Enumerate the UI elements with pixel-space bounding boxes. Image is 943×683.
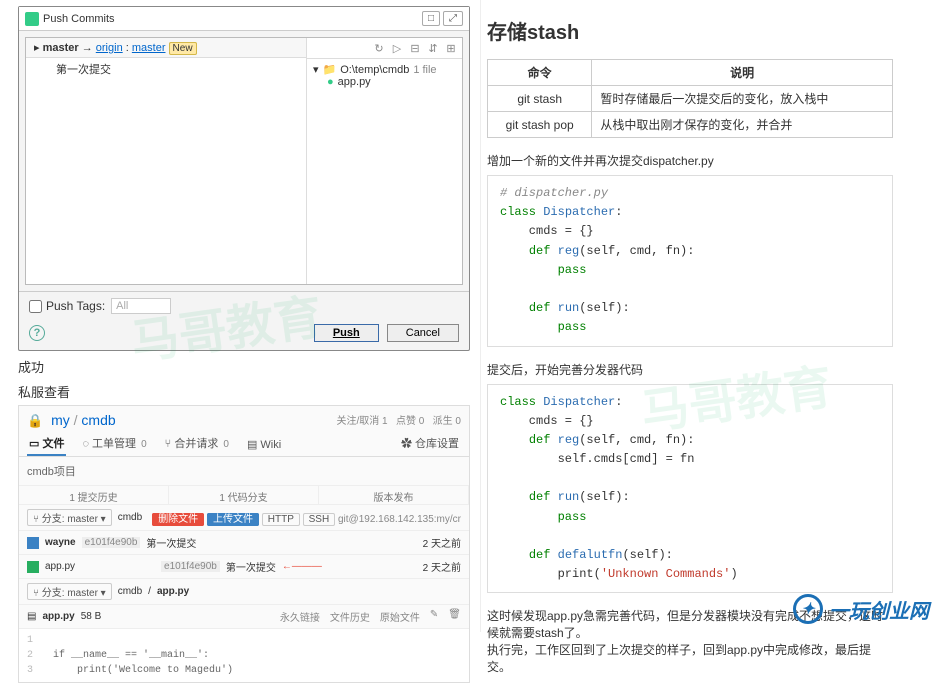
clone-url: git@192.168.142.135:my/cr bbox=[338, 514, 461, 525]
cancel-button[interactable]: Cancel bbox=[387, 324, 459, 342]
arrow-icon: ←——— bbox=[282, 561, 322, 572]
permalink[interactable]: 永久链接 bbox=[280, 609, 320, 624]
crumb[interactable]: cmdb bbox=[118, 512, 142, 523]
proto-ssh[interactable]: SSH bbox=[303, 513, 336, 526]
edit-icon[interactable]: ✎ bbox=[430, 609, 438, 624]
window-button[interactable]: ⤢ bbox=[443, 11, 463, 26]
raw[interactable]: 原始文件 bbox=[380, 609, 420, 624]
brand-icon: ✦ bbox=[793, 594, 823, 624]
python-icon: ● bbox=[327, 76, 334, 88]
subtab-releases[interactable]: 版本发布 bbox=[319, 486, 469, 504]
push-tags-checkbox[interactable]: Push Tags: bbox=[29, 299, 105, 313]
app-icon bbox=[25, 12, 39, 26]
push-tags-select[interactable]: All bbox=[111, 298, 171, 314]
branch-selector[interactable]: ⑂ 分支: master ▾ bbox=[27, 509, 112, 526]
chevron-down-icon: ▾ bbox=[313, 63, 319, 76]
tree-file[interactable]: ● app.py bbox=[327, 76, 456, 88]
caption-success: 成功 bbox=[18, 357, 470, 376]
new-tag: New bbox=[169, 42, 197, 55]
caption-private: 私服查看 bbox=[18, 382, 470, 401]
folder-icon: 📁 bbox=[323, 63, 337, 76]
commit-msg: 第一次提交 bbox=[146, 535, 196, 550]
paragraph: 提交后，开始完善分发器代码 bbox=[487, 361, 893, 378]
collapse-icon[interactable]: ⊟ bbox=[408, 41, 422, 55]
history[interactable]: 文件历史 bbox=[330, 609, 370, 624]
proto-http[interactable]: HTTP bbox=[262, 513, 300, 526]
lock-icon: 🔒 bbox=[27, 413, 43, 428]
remote-link[interactable]: origin bbox=[96, 42, 123, 54]
dialog-titlebar: Push Commits □ ⤢ bbox=[19, 7, 469, 31]
tab-settings[interactable]: ✿ 仓库设置 bbox=[399, 432, 461, 456]
branch-row[interactable]: ▸ master → origin : master New bbox=[26, 38, 306, 58]
paragraph: 增加一个新的文件并再次提交dispatcher.py bbox=[487, 152, 893, 169]
stash-table: 命令说明 git stash暂时存储最后一次提交后的变化，放入栈中 git st… bbox=[487, 59, 893, 138]
section-title: 存储stash bbox=[487, 16, 893, 45]
toolbar: ↻ ▷ ⊟ ⇵ ⊞ bbox=[307, 38, 462, 59]
upload-file-button[interactable]: 上传文件 bbox=[207, 513, 259, 526]
target-link[interactable]: master bbox=[132, 42, 166, 54]
repo-desc: cmdb项目 bbox=[19, 457, 469, 485]
trash-icon[interactable]: 🗑 bbox=[448, 609, 461, 624]
delete-file-button[interactable]: 删除文件 bbox=[152, 513, 204, 526]
file-icon: ▤ bbox=[27, 611, 36, 622]
push-commits-dialog: Push Commits □ ⤢ ▸ master → origin : mas… bbox=[18, 6, 470, 351]
branch-selector[interactable]: ⑂ 分支: master ▾ bbox=[27, 583, 112, 600]
tree-icon[interactable]: ⊞ bbox=[444, 41, 458, 55]
files-panel: ↻ ▷ ⊟ ⇵ ⊞ ▾ 📁 O:\temp\cmdb 1 file bbox=[307, 38, 462, 284]
commit-user[interactable]: wayne bbox=[45, 537, 76, 548]
repo-view: 🔒 my / cmdb 关注/取消 1 点赞 0 派生 0 ▭ 文件 ◌ 工单管… bbox=[18, 405, 470, 683]
commits-panel: ▸ master → origin : master New 第一次提交 bbox=[26, 38, 307, 284]
tree-root[interactable]: ▾ 📁 O:\temp\cmdb 1 file bbox=[313, 63, 456, 76]
repo-breadcrumb: 🔒 my / cmdb 关注/取消 1 点赞 0 派生 0 bbox=[19, 406, 469, 435]
file-name[interactable]: app.py bbox=[45, 561, 75, 572]
commit-item[interactable]: 第一次提交 bbox=[26, 58, 306, 80]
expand-icon[interactable]: ▷ bbox=[390, 41, 404, 55]
brand-logo: ✦ 一玩创业网 bbox=[793, 594, 929, 624]
repo-name[interactable]: cmdb bbox=[81, 412, 115, 428]
tab-pr[interactable]: ⑂ 合并请求 0 bbox=[163, 432, 231, 456]
push-button[interactable]: Push bbox=[314, 324, 379, 342]
code-block-1: # dispatcher.py class Dispatcher: cmds =… bbox=[487, 175, 893, 347]
code-block-2: class Dispatcher: cmds = {} def reg(self… bbox=[487, 384, 893, 594]
subtab-commits[interactable]: 1 提交历史 bbox=[19, 486, 169, 504]
help-icon[interactable]: ? bbox=[29, 325, 45, 341]
subtab-branches[interactable]: 1 代码分支 bbox=[169, 486, 319, 504]
file-icon bbox=[27, 561, 39, 573]
refresh-icon[interactable]: ↻ bbox=[372, 41, 386, 55]
tab-issues[interactable]: ◌ 工单管理 0 bbox=[80, 432, 148, 456]
window-button[interactable]: □ bbox=[422, 11, 440, 26]
repo-owner[interactable]: my bbox=[51, 412, 70, 428]
tab-files[interactable]: ▭ 文件 bbox=[27, 432, 66, 456]
group-icon[interactable]: ⇵ bbox=[426, 41, 440, 55]
dialog-title: Push Commits bbox=[43, 13, 115, 25]
file-content: 1 2 if __name__ == '__main__': 3 print('… bbox=[19, 629, 469, 682]
commit-hash[interactable]: e101f4e90b bbox=[82, 537, 141, 548]
avatar bbox=[27, 537, 39, 549]
tab-wiki[interactable]: ▤ Wiki bbox=[245, 435, 283, 456]
